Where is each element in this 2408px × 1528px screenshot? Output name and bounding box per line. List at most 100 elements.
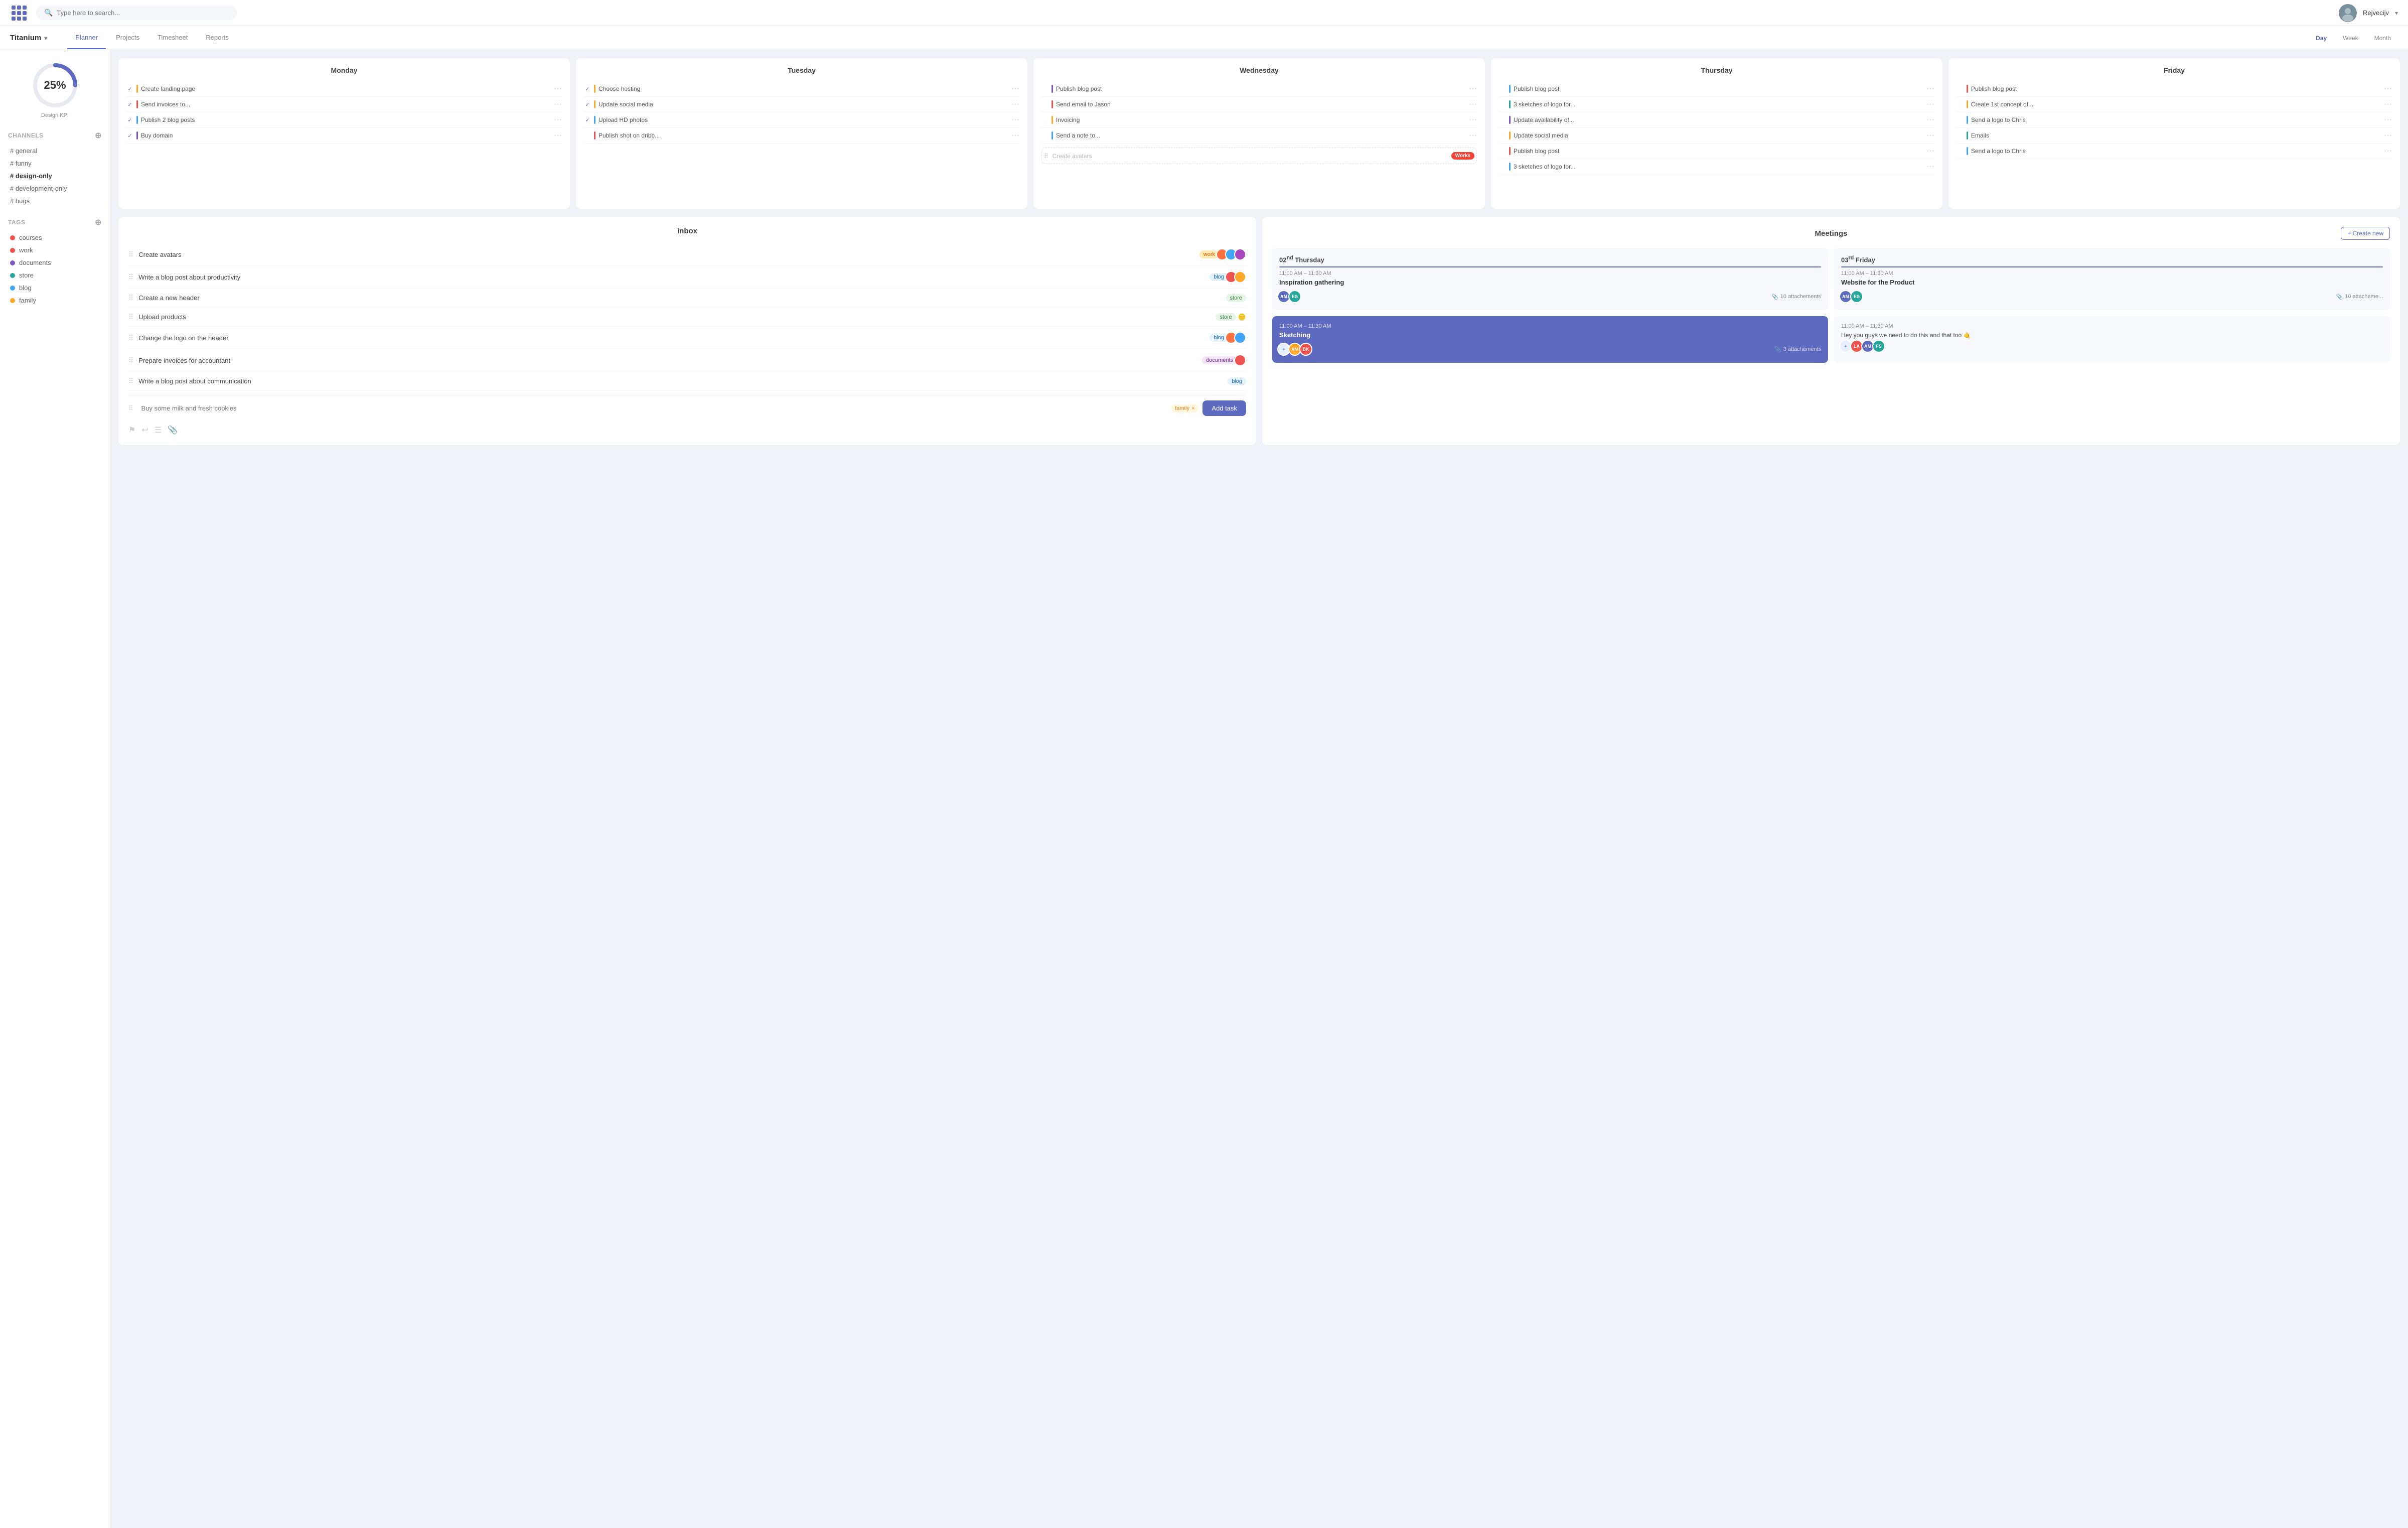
tag-courses[interactable]: courses [8,231,102,244]
drag-handle[interactable]: ⠿ [128,313,133,321]
task-accent [1967,116,1968,124]
tab-timesheet[interactable]: Timesheet [149,27,196,49]
view-btn-week[interactable]: Week [2336,32,2365,45]
task-more-icon[interactable]: ··· [1926,100,1934,109]
tag-family[interactable]: family [8,294,102,307]
tab-projects[interactable]: Projects [108,27,147,49]
task-more-icon[interactable]: ··· [2384,147,2392,156]
task-check[interactable] [1957,132,1964,139]
task-check[interactable]: ✓ [126,116,133,123]
view-btn-month[interactable]: Month [2367,32,2398,45]
task-accent [1967,147,1968,155]
task-more-icon[interactable]: ··· [1469,84,1477,93]
task-more-icon[interactable]: ··· [554,100,562,109]
tag-blog[interactable]: blog [8,282,102,294]
task-more-icon[interactable]: ··· [2384,100,2392,109]
task-more-icon[interactable]: ··· [1011,100,1019,109]
tag-badge[interactable]: blog [1228,377,1246,385]
task-check[interactable]: ✓ [584,101,591,108]
channel-funny[interactable]: # funny [8,157,102,170]
search-input[interactable] [57,9,229,17]
task-check[interactable]: ✓ [126,132,133,139]
task-more-icon[interactable]: ··· [1469,100,1477,109]
task-accent [136,100,138,108]
toolbar-attach-icon[interactable]: 📎 [168,425,178,435]
add-tag-icon[interactable]: ⊕ [95,217,102,227]
task-more-icon[interactable]: ··· [2384,131,2392,140]
drag-handle[interactable]: ⠿ [128,377,133,385]
task-check[interactable] [1499,132,1506,139]
search-bar[interactable]: 🔍 [36,6,237,20]
drag-handle[interactable]: ⠿ [128,356,133,365]
task-check[interactable] [1041,85,1048,92]
channel-designonly[interactable]: # design-only [8,170,102,182]
task-more-icon[interactable]: ··· [1926,147,1934,156]
channel-general[interactable]: # general [8,145,102,157]
drag-handle[interactable]: ⠿ [128,334,133,342]
task-more-icon[interactable]: ··· [1469,115,1477,124]
task-more-icon[interactable]: ··· [554,84,562,93]
task-check[interactable] [1041,101,1048,108]
tag-badge[interactable]: store [1216,313,1236,321]
task-check[interactable] [1041,116,1048,123]
task-more-icon[interactable]: ··· [2384,115,2392,124]
add-channel-icon[interactable]: ⊕ [95,130,102,141]
tab-reports[interactable]: Reports [198,27,237,49]
inbox-input[interactable] [141,404,1167,412]
channel-bugs[interactable]: # bugs [8,195,102,207]
task-check[interactable] [1499,101,1506,108]
user-avatar[interactable] [2339,4,2357,22]
day-title: Thursday [1499,66,1934,74]
task-check[interactable]: ✓ [126,85,133,92]
task-accent [1509,147,1511,155]
task-more-icon[interactable]: ··· [1926,84,1934,93]
task-check[interactable] [584,132,591,139]
task-more-icon[interactable]: ··· [1926,162,1934,171]
task-check[interactable] [1499,85,1506,92]
tag-badge[interactable]: documents [1202,356,1237,364]
tag-work[interactable]: work [8,244,102,256]
drag-handle[interactable]: ⠿ [128,294,133,302]
task-check[interactable]: ✓ [584,85,591,92]
create-avatar-row: ⠿ Create avatars Works [1041,148,1477,164]
task-more-icon[interactable]: ··· [1011,131,1019,140]
remove-tag-icon[interactable]: × [1191,405,1194,411]
task-check[interactable] [1499,148,1506,155]
task-more-icon[interactable]: ··· [1469,131,1477,140]
task-check[interactable] [1041,132,1048,139]
tag-documents[interactable]: documents [8,256,102,269]
task-more-icon[interactable]: ··· [554,115,562,124]
toolbar-reply-icon[interactable]: ↩ [141,425,148,435]
tab-planner[interactable]: Planner [67,27,106,49]
task-check[interactable] [1499,116,1506,123]
workspace-selector[interactable]: Titanium ▾ [10,34,47,42]
task-check[interactable] [1957,85,1964,92]
view-btn-day[interactable]: Day [2309,32,2334,45]
meeting-date: 02nd Thursday [1279,255,1821,263]
tag-badge[interactable]: store [1226,294,1246,302]
user-chevron[interactable]: ▾ [2395,10,2398,17]
task-check[interactable] [1499,163,1506,170]
toolbar-list-icon[interactable]: ☰ [155,425,162,435]
main-layout: 25% Design KPI Channels ⊕ # general# fun… [0,50,2408,1528]
task-more-icon[interactable]: ··· [1011,115,1019,124]
task-check[interactable] [1957,116,1964,123]
meeting-avatar-initials: ES [1850,290,1863,303]
toolbar-flag-icon[interactable]: ⚑ [128,425,135,435]
task-more-icon[interactable]: ··· [2384,84,2392,93]
channel-developmentonly[interactable]: # development-only [8,182,102,195]
app-logo[interactable] [10,4,28,22]
drag-handle[interactable]: ⠿ [128,273,133,282]
tag-store[interactable]: store [8,269,102,282]
task-check[interactable] [1957,148,1964,155]
task-more-icon[interactable]: ··· [554,131,562,140]
drag-handle[interactable]: ⠿ [128,250,133,259]
create-new-button[interactable]: + Create new [2341,227,2390,240]
task-check[interactable] [1957,101,1964,108]
task-more-icon[interactable]: ··· [1926,131,1934,140]
task-check[interactable]: ✓ [584,116,591,123]
task-more-icon[interactable]: ··· [1011,84,1019,93]
task-more-icon[interactable]: ··· [1926,115,1934,124]
add-task-button[interactable]: Add task [1202,400,1246,416]
task-check[interactable]: ✓ [126,101,133,108]
